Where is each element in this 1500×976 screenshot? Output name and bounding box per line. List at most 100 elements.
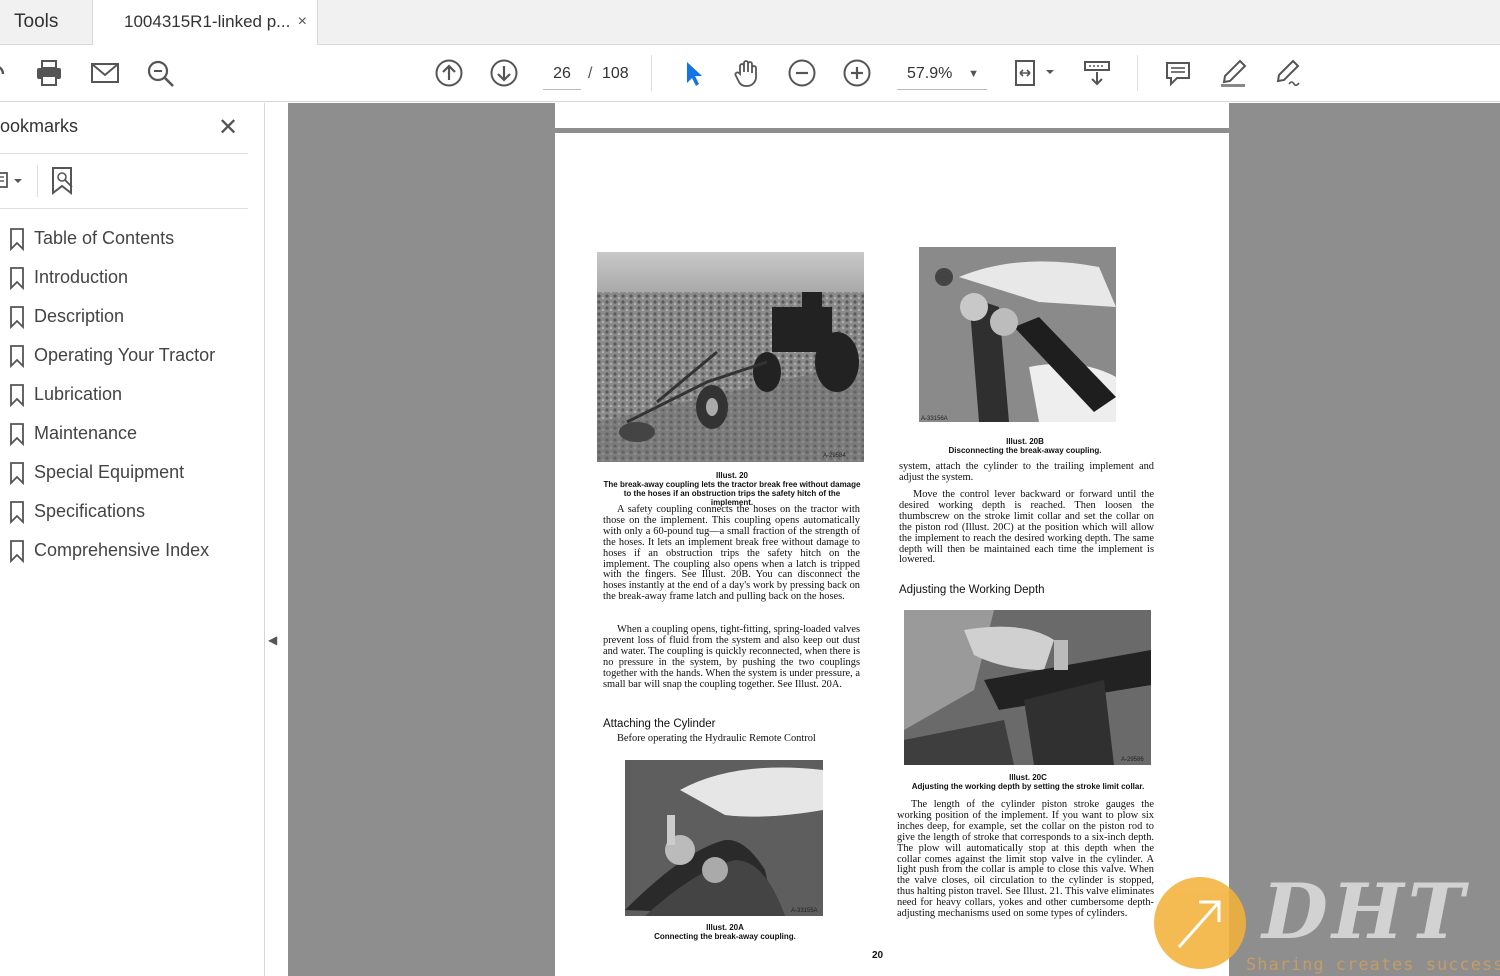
chevron-down-icon: ▼ bbox=[968, 68, 979, 80]
caption-text: Adjusting the working depth by setting t… bbox=[911, 782, 1145, 791]
bookmark-label: Maintenance bbox=[34, 423, 138, 443]
print-icon[interactable] bbox=[33, 57, 65, 89]
caption-illust-20b: Illust. 20B Disconnecting the break-away… bbox=[935, 437, 1115, 455]
bookmark-item[interactable]: Specifications bbox=[0, 492, 250, 531]
bookmarks-tools bbox=[0, 163, 248, 199]
page-total: 108 bbox=[602, 65, 629, 82]
tab-document-label: 1004315R1-linked p... bbox=[124, 12, 291, 31]
coupling-connect-photo bbox=[625, 760, 823, 916]
bookmark-item[interactable]: Table of Contents bbox=[0, 219, 250, 258]
caption-text: Disconnecting the break-away coupling. bbox=[948, 446, 1102, 455]
bookmarks-panel: ookmarks ✕ Table of Contents Introduction… bbox=[0, 103, 277, 976]
tab-bar: Tools 1004315R1-linked p... × bbox=[0, 0, 1500, 46]
highlight-icon[interactable] bbox=[1217, 57, 1249, 89]
bookmark-icon bbox=[0, 453, 34, 492]
stroke-collar-photo bbox=[904, 610, 1151, 765]
previous-page-edge bbox=[555, 103, 1229, 128]
bookmark-icon bbox=[0, 375, 34, 414]
paragraph: When a coupling opens, tight-fitting, sp… bbox=[603, 624, 860, 690]
document-page: A-29584 Illust. 20 The break-away coupli… bbox=[555, 133, 1229, 976]
options-menu-icon[interactable] bbox=[0, 171, 26, 191]
sign-icon[interactable] bbox=[1272, 57, 1304, 89]
bookmark-label: Special Equipment bbox=[34, 462, 185, 482]
page-separator: / bbox=[588, 65, 593, 82]
caption-illust-20a: Illust. 20A Connecting the break-away co… bbox=[635, 923, 815, 941]
next-page-icon[interactable] bbox=[488, 57, 520, 89]
close-panel-icon[interactable]: ✕ bbox=[218, 113, 238, 142]
close-tab-icon[interactable]: × bbox=[298, 0, 307, 44]
bookmark-label: Specifications bbox=[34, 501, 146, 521]
toolbar: 26 / 108 57.9% ▼ bbox=[0, 45, 1500, 102]
bookmark-label: Table of Contents bbox=[34, 228, 175, 248]
caption-text: Connecting the break-away coupling. bbox=[654, 932, 796, 941]
section-heading: Attaching the Cylinder bbox=[603, 718, 716, 730]
divider bbox=[37, 165, 38, 197]
watermark: DHT Sharing creates success bbox=[1150, 867, 1500, 976]
caption-title: Illust. 20B bbox=[1006, 437, 1044, 446]
divider bbox=[0, 153, 248, 154]
photo-id: A-29584 bbox=[823, 453, 846, 459]
toolbar-divider bbox=[651, 55, 652, 91]
scroll-mode-icon[interactable] bbox=[1081, 57, 1113, 89]
collapse-panel-icon[interactable]: ◀ bbox=[268, 633, 277, 647]
bookmark-item[interactable]: Introduction bbox=[0, 258, 250, 297]
bookmark-item[interactable]: Description bbox=[0, 297, 250, 336]
caption-illust-20: Illust. 20 The break-away coupling lets … bbox=[603, 471, 861, 507]
zoom-out-icon[interactable] bbox=[786, 57, 818, 89]
toolbar-divider bbox=[1137, 55, 1138, 91]
bookmark-item[interactable]: Operating Your Tractor bbox=[0, 336, 250, 375]
bookmark-list: Table of Contents Introduction Description… bbox=[0, 219, 250, 570]
tab-tools[interactable]: Tools bbox=[0, 0, 93, 45]
watermark-letters: DHT bbox=[1262, 867, 1469, 956]
page-number-input[interactable]: 26 bbox=[543, 58, 581, 90]
select-cursor-icon[interactable] bbox=[676, 57, 708, 89]
paragraph: The length of the cylinder piston stroke… bbox=[897, 799, 1154, 920]
paragraph: Move the control lever backward or forwa… bbox=[899, 489, 1154, 566]
zoom-value: 57.9% bbox=[907, 65, 953, 82]
tab-document[interactable]: 1004315R1-linked p... × bbox=[93, 0, 318, 46]
bookmark-item[interactable]: Lubrication bbox=[0, 375, 250, 414]
coupling-disconnect-photo bbox=[919, 247, 1116, 422]
bookmark-icon bbox=[0, 297, 34, 336]
caption-text: The break-away coupling lets the tractor… bbox=[603, 480, 861, 507]
bookmark-icon bbox=[0, 336, 34, 375]
bookmarks-title: ookmarks bbox=[0, 116, 79, 136]
comment-icon[interactable] bbox=[1162, 57, 1194, 89]
bookmark-icon bbox=[0, 492, 34, 531]
hand-icon[interactable] bbox=[731, 57, 763, 89]
bookmark-label: Operating Your Tractor bbox=[34, 345, 216, 365]
caption-title: Illust. 20C bbox=[1009, 773, 1047, 782]
section-heading: Adjusting the Working Depth bbox=[899, 584, 1045, 596]
photo-id: A-33155A bbox=[791, 908, 818, 914]
caption-title: Illust. 20A bbox=[706, 923, 744, 932]
bookmark-icon bbox=[0, 258, 34, 297]
zoom-select[interactable]: 57.9% ▼ bbox=[897, 58, 987, 90]
caption-illust-20c: Illust. 20C Adjusting the working depth … bbox=[903, 773, 1153, 791]
arrow-icon bbox=[1177, 900, 1221, 948]
search-zoom-icon[interactable] bbox=[144, 57, 176, 89]
bookmark-icon bbox=[0, 414, 34, 453]
bookmark-item[interactable]: Maintenance bbox=[0, 414, 250, 453]
caption-title: Illust. 20 bbox=[715, 471, 748, 480]
add-bookmark-icon[interactable] bbox=[50, 166, 76, 196]
prev-page-icon[interactable] bbox=[433, 57, 465, 89]
bookmark-item[interactable]: Comprehensive Index bbox=[0, 531, 250, 570]
bookmark-item[interactable]: Special Equipment bbox=[0, 453, 250, 492]
bookmark-icon bbox=[0, 219, 34, 258]
divider bbox=[0, 208, 248, 209]
page-fit-icon[interactable] bbox=[1011, 57, 1057, 89]
email-icon[interactable] bbox=[89, 57, 121, 89]
bookmark-label: Lubrication bbox=[34, 384, 123, 404]
bookmark-icon bbox=[0, 531, 34, 570]
tractor-field-photo bbox=[597, 252, 864, 462]
paragraph: A safety coupling connects the hoses on … bbox=[603, 504, 860, 603]
bookmark-label: Introduction bbox=[34, 267, 129, 287]
bookmark-label: Comprehensive Index bbox=[34, 540, 210, 560]
bookmark-label: Description bbox=[34, 306, 125, 326]
share-icon[interactable] bbox=[0, 57, 24, 89]
photo-id: A-29586 bbox=[1121, 757, 1144, 763]
watermark-logo-circle bbox=[1154, 877, 1246, 969]
zoom-in-icon[interactable] bbox=[841, 57, 873, 89]
photo-id: A-33156A bbox=[921, 416, 948, 422]
watermark-tagline: Sharing creates success bbox=[1246, 955, 1500, 975]
